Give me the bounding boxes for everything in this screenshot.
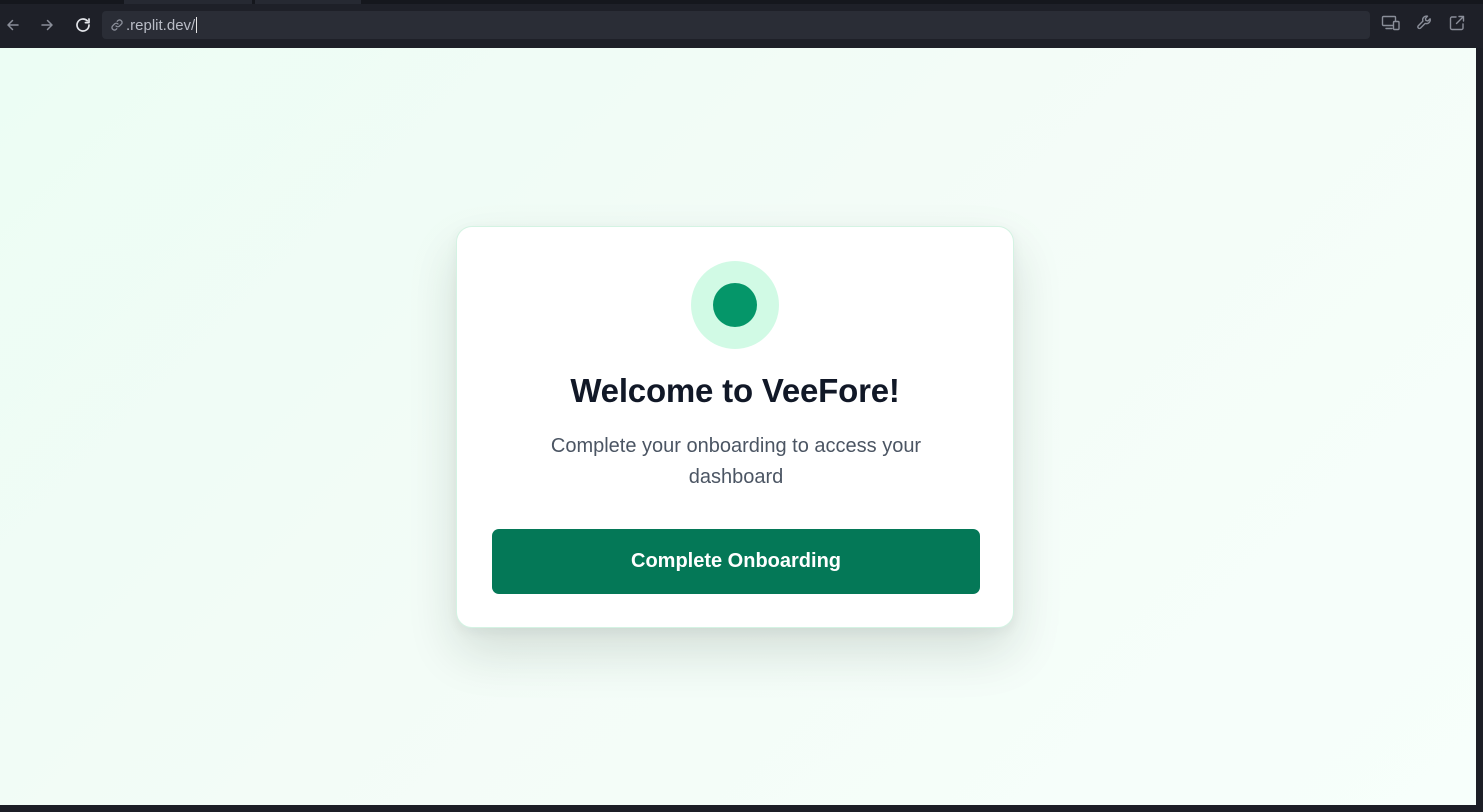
logo-dot [713, 283, 757, 327]
open-external-button[interactable] [1444, 12, 1470, 38]
devices-icon [1381, 14, 1401, 37]
reload-icon [74, 16, 92, 34]
arrow-right-icon [39, 17, 55, 33]
welcome-card: Welcome to VeeFore! Complete your onboar… [456, 226, 1014, 628]
page-title: Welcome to VeeFore! [570, 372, 900, 409]
link-icon [109, 17, 125, 33]
window-border [1476, 48, 1483, 812]
devtools-button[interactable] [1412, 12, 1438, 38]
reload-button[interactable] [70, 12, 96, 38]
browser-toolbar: .replit.dev/ [0, 4, 1483, 48]
page-viewport: Welcome to VeeFore! Complete your onboar… [0, 48, 1476, 805]
text-cursor [196, 17, 198, 33]
arrow-left-icon [5, 17, 21, 33]
url-text[interactable]: .replit.dev/ [126, 17, 195, 34]
browser-window: .replit.dev/ Welcome to VeeFore! Complet… [0, 0, 1483, 812]
logo-circle-icon [691, 261, 779, 349]
external-link-icon [1448, 14, 1466, 37]
page-subtitle: Complete your onboarding to access your … [550, 435, 922, 488]
address-bar[interactable]: .replit.dev/ [102, 11, 1370, 39]
wrench-icon [1416, 14, 1434, 37]
devices-button[interactable] [1378, 12, 1404, 38]
window-border [0, 805, 1483, 812]
complete-onboarding-button[interactable]: Complete Onboarding [492, 529, 980, 594]
back-button[interactable] [0, 12, 26, 38]
forward-button[interactable] [34, 12, 60, 38]
